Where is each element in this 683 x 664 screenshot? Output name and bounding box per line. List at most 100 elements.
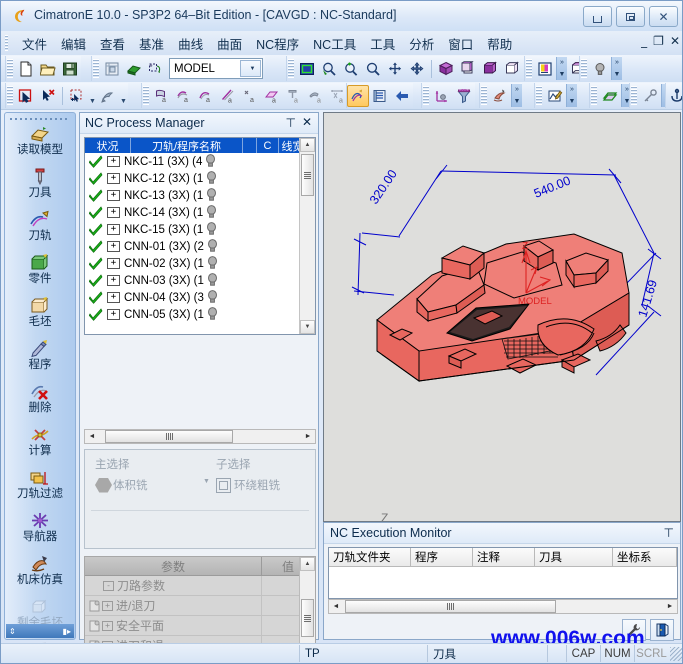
pan-icon[interactable] — [384, 58, 406, 80]
toolbar-overflow-button[interactable]: »▼ — [556, 57, 567, 80]
menu-item-10[interactable]: 窗口 — [441, 32, 480, 55]
toolbar-grip[interactable] — [93, 59, 99, 78]
menu-item-7[interactable]: NC工具 — [306, 32, 363, 55]
expand-toggle[interactable]: + — [107, 241, 120, 252]
table-row[interactable]: + NKC-13 (3X) (1 — [85, 187, 315, 204]
front-view-icon[interactable] — [479, 58, 501, 80]
open-folder-icon[interactable] — [37, 58, 59, 80]
menu-item-6[interactable]: NC程序 — [249, 32, 306, 55]
menu-item-2[interactable]: 查看 — [93, 32, 132, 55]
check-green-icon[interactable] — [85, 291, 107, 304]
menu-item-3[interactable]: 基准 — [132, 32, 171, 55]
toolbar-grip[interactable] — [423, 86, 429, 105]
expand-toggle[interactable]: + — [107, 275, 120, 286]
toolbar-grip[interactable] — [591, 86, 597, 105]
bulb-icon[interactable] — [207, 289, 218, 306]
table-row[interactable]: + NKC-11 (3X) (4 — [85, 153, 315, 170]
expand-toggle[interactable]: + — [107, 224, 120, 235]
expand-toggle[interactable]: + — [107, 173, 120, 184]
chevron-down-icon[interactable]: ▼ — [240, 60, 261, 77]
expand-toggle[interactable]: + — [107, 292, 120, 303]
tree-column-header-2[interactable] — [243, 138, 257, 153]
toolbar-overflow-button[interactable]: »▼ — [611, 57, 622, 80]
pick-filter-icon[interactable] — [97, 85, 119, 107]
expand-toggle[interactable]: + — [107, 309, 120, 320]
check-green-icon[interactable] — [85, 189, 107, 202]
sidebar-item-7[interactable]: 计算 — [5, 424, 75, 466]
minimize-button[interactable] — [583, 6, 612, 27]
curve-a-icon[interactable]: a — [173, 85, 195, 107]
scroll-thumb[interactable] — [301, 154, 314, 196]
scroll-up-button[interactable]: ▲ — [300, 557, 315, 571]
model-tree-icon[interactable] — [101, 58, 123, 80]
key-icon[interactable] — [639, 85, 661, 107]
scroll-track[interactable] — [99, 430, 301, 443]
main-selection-value-row[interactable]: 体积铣 — [95, 477, 148, 493]
expand-toggle[interactable]: + — [102, 620, 113, 631]
exec-column-header-1[interactable]: 程序 — [411, 548, 473, 566]
toolbar-grip[interactable] — [526, 59, 532, 78]
left-view-icon[interactable] — [501, 58, 523, 80]
execution-horizontal-scrollbar[interactable]: ◄ ► — [328, 599, 678, 614]
close-button[interactable]: ✕ — [649, 6, 678, 27]
bulb-icon[interactable] — [207, 255, 218, 272]
tree-column-header-3[interactable]: C — [257, 138, 279, 153]
sidebar-item-10[interactable]: 机床仿真 — [5, 553, 75, 595]
rotate-icon[interactable] — [406, 58, 428, 80]
tree-column-header-1[interactable]: 刀轨/程序名称 — [131, 138, 243, 153]
pin-icon[interactable]: ⊤ — [286, 116, 296, 130]
expand-toggle[interactable]: + — [107, 207, 120, 218]
arc-a-icon[interactable]: a — [195, 85, 217, 107]
execution-grid[interactable]: 刀轨文件夹 程序 注释 刀具 坐标系 — [328, 547, 678, 599]
bulb-icon[interactable] — [206, 187, 217, 204]
check-green-icon[interactable] — [85, 308, 107, 321]
sidebar-item-3[interactable]: 零件 — [5, 252, 75, 294]
green-solid-icon[interactable] — [123, 58, 145, 80]
resize-grip[interactable] — [670, 646, 682, 661]
sidebar-item-4[interactable]: 毛坯 — [5, 295, 75, 337]
paint-roller-icon[interactable] — [489, 85, 511, 107]
sidebar-item-0[interactable]: 读取模型 — [5, 123, 75, 165]
table-row[interactable]: + CNN-01 (3X) (2 — [85, 238, 315, 255]
toolbar-grip[interactable] — [581, 59, 587, 78]
expand-toggle[interactable]: + — [107, 190, 120, 201]
toolbar-grip[interactable] — [7, 59, 13, 78]
chevron-down-icon[interactable]: ▼ — [88, 83, 97, 109]
expand-toggle[interactable]: + — [107, 258, 120, 269]
scroll-updown-icon[interactable]: ⇕ — [9, 627, 16, 636]
sidebar-item-8[interactable]: 刀轨过滤 — [5, 467, 75, 509]
scroll-track[interactable] — [343, 600, 663, 613]
model-mode-combo[interactable]: MODEL ▼ — [169, 58, 263, 79]
toolpath-tree[interactable]: 状况 刀轨/程序名称 C 线宽 + NKC-11 (3X) (4 + NKC-12 (3X)… — [84, 137, 316, 335]
menu-item-4[interactable]: 曲线 — [171, 32, 210, 55]
tree-horizontal-scrollbar[interactable]: ◄ ► — [84, 429, 316, 444]
exec-column-header-4[interactable]: 坐标系 — [613, 548, 677, 566]
annotate-pencil-icon[interactable] — [544, 85, 566, 107]
anchor-icon[interactable] — [666, 85, 682, 107]
bulb-icon[interactable] — [207, 238, 218, 255]
bulb-icon[interactable] — [205, 153, 216, 170]
check-green-icon[interactable] — [85, 155, 107, 168]
menu-grip[interactable] — [5, 35, 8, 51]
line-a-icon[interactable]: a — [217, 85, 239, 107]
scroll-right-button[interactable]: ► — [301, 430, 315, 443]
expand-icon[interactable]: ▮▸ — [63, 627, 71, 636]
chevron-down-icon[interactable]: ▼ — [119, 83, 128, 109]
menu-item-11[interactable]: 帮助 — [480, 32, 519, 55]
menu-item-9[interactable]: 分析 — [402, 32, 441, 55]
zoom-window-icon[interactable] — [318, 58, 340, 80]
bulb-icon[interactable] — [206, 170, 217, 187]
exec-column-header-3[interactable]: 刀具 — [535, 548, 613, 566]
scroll-left-button[interactable]: ◄ — [329, 600, 343, 613]
point-a-icon[interactable]: a — [239, 85, 261, 107]
sidebar-grip[interactable] — [10, 115, 70, 122]
zoom-icon[interactable] — [362, 58, 384, 80]
exit-button[interactable] — [650, 619, 674, 641]
sweep-a-icon[interactable]: a — [305, 85, 327, 107]
table-row[interactable]: + NKC-15 (3X) (1 — [85, 221, 315, 238]
surface-a-icon[interactable]: a — [151, 85, 173, 107]
fit-screen-icon[interactable] — [296, 58, 318, 80]
menu-item-0[interactable]: 文件 — [15, 32, 54, 55]
sidebar-item-1[interactable]: 刀具 — [5, 166, 75, 208]
chevron-down-icon[interactable]: ▼ — [203, 478, 210, 485]
